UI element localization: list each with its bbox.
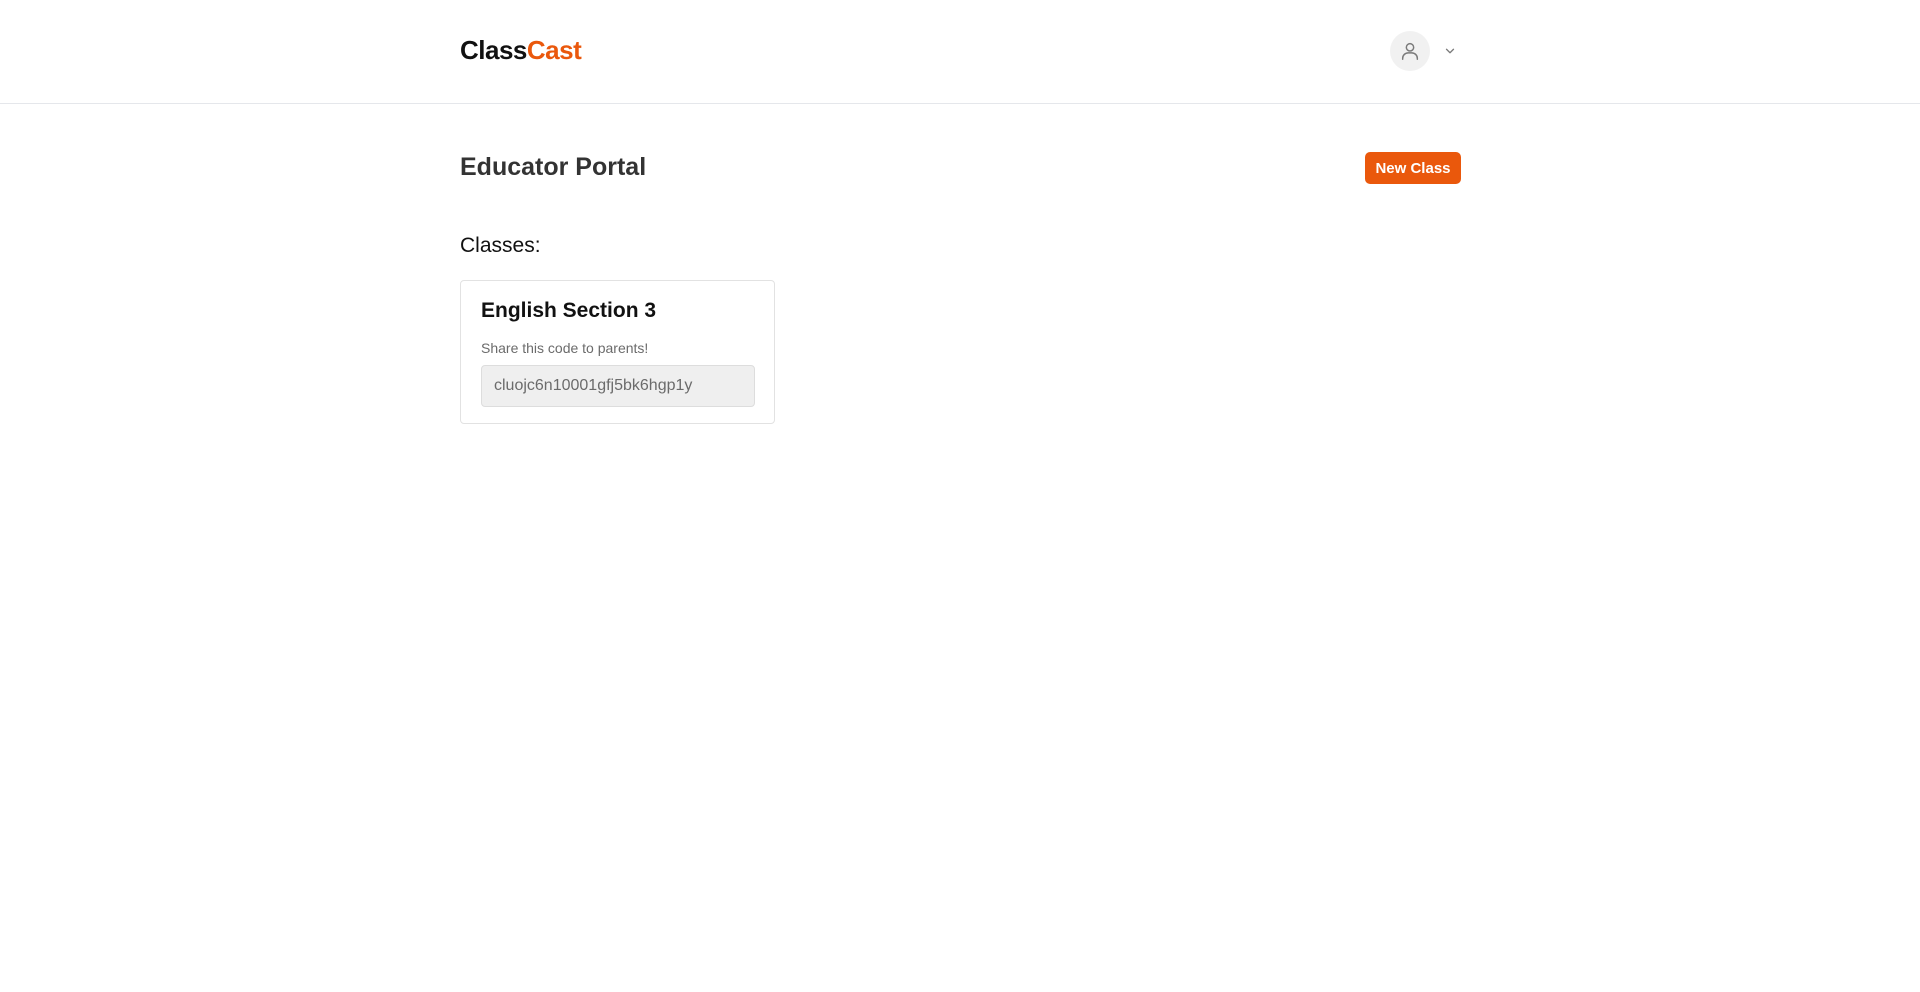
logo-text-cast: Cast xyxy=(526,35,582,65)
avatar[interactable] xyxy=(1390,31,1430,71)
new-class-button[interactable]: New Class xyxy=(1365,152,1461,184)
user-menu-button[interactable] xyxy=(1390,31,1458,71)
share-code-hint: Share this code to parents! xyxy=(481,340,649,356)
class-card: English Section 3 Share this code to par… xyxy=(460,280,775,424)
logo-text-class: Class xyxy=(460,35,527,65)
class-code-field[interactable] xyxy=(481,365,755,407)
page-title: Educator Portal xyxy=(460,153,647,181)
user-icon xyxy=(1401,42,1419,60)
logo[interactable]: ClassCast xyxy=(460,34,582,66)
top-header: ClassCast xyxy=(0,0,1920,104)
class-name: English Section 3 xyxy=(481,299,657,322)
classes-heading: Classes: xyxy=(460,234,541,257)
chevron-down-icon[interactable] xyxy=(1442,43,1458,59)
